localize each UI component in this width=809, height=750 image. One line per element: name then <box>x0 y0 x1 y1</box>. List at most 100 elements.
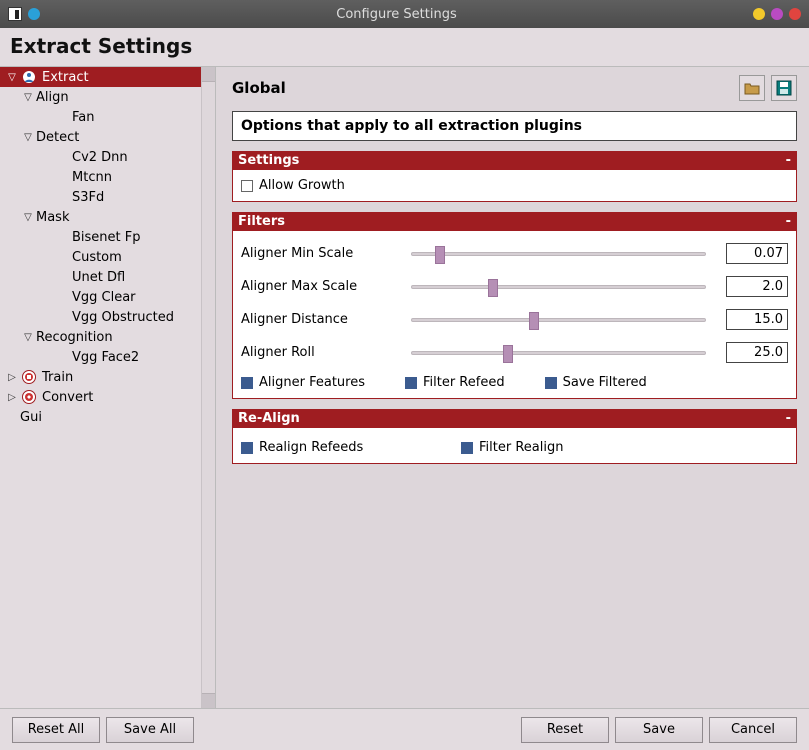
save-button[interactable]: Save <box>615 717 703 743</box>
tree-item-bisenet-fp[interactable]: Bisenet Fp <box>0 227 201 247</box>
footer: Reset All Save All Reset Save Cancel <box>0 708 809 750</box>
slider-track[interactable] <box>411 351 706 355</box>
app-icon <box>8 7 22 21</box>
tree-item-align[interactable]: ▽Align <box>0 87 201 107</box>
slider-thumb[interactable] <box>435 246 445 264</box>
tree-item-train[interactable]: ▷ Train <box>0 367 201 387</box>
tree-item-detect[interactable]: ▽Detect <box>0 127 201 147</box>
page-header: Extract Settings <box>0 28 809 67</box>
tree-item-label: Unet Dfl <box>70 270 125 285</box>
tree-item-label: Train <box>40 370 73 385</box>
checkbox[interactable] <box>405 377 417 389</box>
tree-item-s3fd[interactable]: S3Fd <box>0 187 201 207</box>
tree-item-fan[interactable]: Fan <box>0 107 201 127</box>
checkbox[interactable] <box>545 377 557 389</box>
reset-button[interactable]: Reset <box>521 717 609 743</box>
checkbox[interactable] <box>241 377 253 389</box>
slider-label: Aligner Distance <box>241 312 401 327</box>
tree-item-convert[interactable]: ▷ Convert <box>0 387 201 407</box>
slider-track[interactable] <box>411 318 706 322</box>
page-title: Extract Settings <box>10 34 799 58</box>
tree-item-extract[interactable]: ▽ Extract <box>0 67 201 87</box>
minimize-icon[interactable] <box>753 8 765 20</box>
slider-value-input[interactable]: 2.0 <box>726 276 788 297</box>
tree-item-label: S3Fd <box>70 190 104 205</box>
slider-thumb[interactable] <box>529 312 539 330</box>
chevron-down-icon[interactable]: ▽ <box>22 132 34 143</box>
allow-growth-label: Allow Growth <box>259 178 345 193</box>
save-config-button[interactable] <box>771 75 797 101</box>
allow-growth-row[interactable]: Allow Growth <box>241 176 788 195</box>
tree-item-cv2-dnn[interactable]: Cv2 Dnn <box>0 147 201 167</box>
slider-value-input[interactable]: 0.07 <box>726 243 788 264</box>
chevron-down-icon[interactable]: ▽ <box>22 332 34 343</box>
section-filters-header[interactable]: Filters - <box>232 212 797 231</box>
allow-growth-checkbox[interactable] <box>241 180 253 192</box>
checkbox-label: Filter Refeed <box>423 375 505 390</box>
content-panel: Global Options that apply to all extract… <box>216 67 809 708</box>
content-title: Global <box>232 79 733 97</box>
close-icon[interactable] <box>789 8 801 20</box>
convert-icon <box>21 389 37 405</box>
check-filter-realign[interactable]: Filter Realign <box>461 438 641 457</box>
cancel-button[interactable]: Cancel <box>709 717 797 743</box>
window-title: Configure Settings <box>40 7 753 22</box>
titlebar-dot-left <box>28 8 40 20</box>
section-realign-header[interactable]: Re-Align - <box>232 409 797 428</box>
tree-item-gui[interactable]: Gui <box>0 407 201 427</box>
section-settings: Settings - Allow Growth <box>232 151 797 202</box>
save-all-button[interactable]: Save All <box>106 717 194 743</box>
tree-item-custom[interactable]: Custom <box>0 247 201 267</box>
open-config-button[interactable] <box>739 75 765 101</box>
tree-item-label: Recognition <box>34 330 113 345</box>
check-filter-refeed[interactable]: Filter Refeed <box>405 373 505 392</box>
tree-item-vgg-clear[interactable]: Vgg Clear <box>0 287 201 307</box>
checkbox[interactable] <box>461 442 473 454</box>
tree-item-vgg-obstructed[interactable]: Vgg Obstructed <box>0 307 201 327</box>
navigation-tree[interactable]: ▽Extract▽AlignFan▽DetectCv2 DnnMtcnnS3Fd… <box>0 67 201 708</box>
tree-item-label: Vgg Clear <box>70 290 136 305</box>
sidebar-scrollbar[interactable] <box>201 67 215 708</box>
tree-item-label: Extract <box>40 70 89 85</box>
folder-open-icon <box>744 81 760 95</box>
slider-aligner-distance: Aligner Distance 15.0 <box>241 303 788 336</box>
slider-label: Aligner Max Scale <box>241 279 401 294</box>
reset-all-button[interactable]: Reset All <box>12 717 100 743</box>
section-settings-header[interactable]: Settings - <box>232 151 797 170</box>
tree-item-recognition[interactable]: ▽Recognition <box>0 327 201 347</box>
checkbox-label: Save Filtered <box>563 375 647 390</box>
slider-track[interactable] <box>411 285 706 289</box>
chevron-right-icon[interactable]: ▷ <box>6 372 18 383</box>
slider-value-input[interactable]: 25.0 <box>726 342 788 363</box>
section-realign: Re-Align - Realign Refeeds Filter Realign <box>232 409 797 464</box>
slider-thumb[interactable] <box>488 279 498 297</box>
tree-item-unet-dfl[interactable]: Unet Dfl <box>0 267 201 287</box>
check-aligner-features[interactable]: Aligner Features <box>241 373 365 392</box>
section-realign-title: Re-Align <box>238 411 300 426</box>
tree-item-mask[interactable]: ▽Mask <box>0 207 201 227</box>
chevron-down-icon[interactable]: ▽ <box>22 212 34 223</box>
tree-item-label: Convert <box>40 390 93 405</box>
slider-track[interactable] <box>411 252 706 256</box>
tree-item-label: Mtcnn <box>70 170 112 185</box>
tree-item-label: Cv2 Dnn <box>70 150 128 165</box>
tree-item-mtcnn[interactable]: Mtcnn <box>0 167 201 187</box>
collapse-icon: - <box>786 411 791 426</box>
chevron-down-icon[interactable]: ▽ <box>6 72 18 83</box>
tree-item-label: Align <box>34 90 69 105</box>
checkbox[interactable] <box>241 442 253 454</box>
checkbox-label: Realign Refeeds <box>259 440 363 455</box>
floppy-save-icon <box>776 80 792 96</box>
tree-item-vgg-face2[interactable]: Vgg Face2 <box>0 347 201 367</box>
check-save-filtered[interactable]: Save Filtered <box>545 373 647 392</box>
slider-value-input[interactable]: 15.0 <box>726 309 788 330</box>
tree-item-label: Bisenet Fp <box>70 230 141 245</box>
sidebar: ▽Extract▽AlignFan▽DetectCv2 DnnMtcnnS3Fd… <box>0 67 216 708</box>
collapse-icon: - <box>786 153 791 168</box>
chevron-right-icon[interactable]: ▷ <box>6 392 18 403</box>
chevron-down-icon[interactable]: ▽ <box>22 92 34 103</box>
maximize-icon[interactable] <box>771 8 783 20</box>
check-realign-refeeds[interactable]: Realign Refeeds <box>241 438 421 457</box>
slider-thumb[interactable] <box>503 345 513 363</box>
tree-item-label: Detect <box>34 130 79 145</box>
